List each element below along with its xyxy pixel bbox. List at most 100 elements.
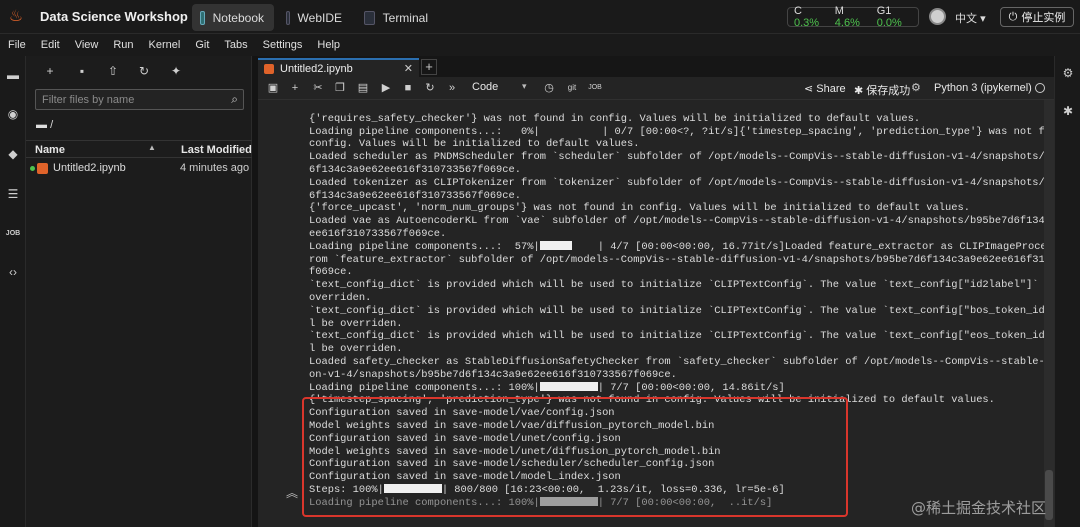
output-line: Loading pipeline components...: 0%| | 0/… (309, 125, 1054, 138)
clock-icon[interactable]: ◷ (542, 81, 556, 95)
watermark: @稀土掘金技术社区 (911, 499, 1047, 517)
settings-icon[interactable]: ⚙ (1061, 66, 1075, 80)
document-tab[interactable]: Untitled2.ipynb ✕ (258, 58, 419, 77)
output-line: {'requires_safety_checker'} was not foun… (309, 112, 921, 125)
output-line: Configuration saved in save-model/model_… (309, 471, 621, 484)
new-folder-icon[interactable]: ▪ (75, 64, 89, 78)
folder-icon[interactable]: ▬ (4, 66, 22, 84)
menu-kernel[interactable]: Kernel (149, 39, 181, 51)
output-line: `text_config_dict` is provided which wil… (309, 304, 1054, 317)
tab-webide[interactable]: WebIDE (278, 4, 352, 31)
output-line: Loaded tokenizer as CLIPTokenizer from `… (309, 176, 1054, 189)
refresh-icon[interactable]: ↻ (137, 64, 151, 78)
column-last-modified[interactable]: Last Modified (181, 144, 252, 156)
avatar[interactable] (929, 8, 946, 25)
filter-files-input[interactable] (36, 90, 221, 109)
menu-bar: File Edit View Run Kernel Git Tabs Setti… (0, 34, 1080, 56)
menu-file[interactable]: File (8, 39, 26, 51)
breadcrumb[interactable]: ▬ / (36, 119, 53, 131)
jobs-icon[interactable]: JOB (4, 225, 22, 243)
stop-instance-button[interactable]: ⏻ 停止实例 (1000, 7, 1074, 27)
output-line: {'timestep_spacing', 'prediction_type'} … (309, 394, 995, 407)
language-label: 中文 (955, 13, 977, 25)
output-line: Loading pipeline components...: 100%| (309, 381, 540, 394)
output-line: Configuration saved in save-model/vae/co… (309, 407, 615, 420)
folder-icon: ▬ (36, 119, 47, 131)
code-icon[interactable]: ‹› (4, 263, 22, 281)
scrollbar-thumb[interactable] (1045, 470, 1053, 520)
git-icon[interactable]: ◆ (4, 145, 22, 163)
share-button[interactable]: ⋖ Share (804, 82, 846, 95)
upload-icon[interactable]: ⇧ (106, 64, 120, 78)
language-select[interactable]: 中文 ▾ (955, 10, 986, 26)
file-list-header: Name ▲ Last Modified (26, 140, 252, 158)
save-status-label: 保存成功 (866, 85, 911, 97)
progress-tail: | 4/7 [00:00<00:00, 16.77it/s]Loaded fea… (597, 240, 1054, 253)
output-line: 6f134c3a9e62ee616f310733567f069ce. (309, 189, 522, 202)
cell-type-select[interactable]: Code (472, 81, 532, 93)
table-of-contents-icon[interactable]: ☰ (4, 185, 22, 203)
menu-tabs[interactable]: Tabs (224, 39, 247, 51)
document-tabs: Untitled2.ipynb ✕ + (258, 56, 1054, 77)
tab-terminal-label: Terminal (382, 10, 428, 25)
output-line: Configuration saved in save-model/unet/c… (309, 432, 621, 445)
output-line: Model weights saved in save-model/vae/di… (309, 419, 715, 432)
kernel-name[interactable]: Python 3 (ipykernel) (934, 82, 1032, 94)
list-item[interactable]: Untitled2.ipynb 4 minutes ago (26, 160, 252, 177)
column-name[interactable]: Name (35, 144, 65, 156)
scrollbar[interactable] (1044, 100, 1054, 527)
output-line: l be overriden. (309, 343, 403, 356)
menu-help[interactable]: Help (317, 39, 340, 51)
menu-settings[interactable]: Settings (263, 39, 303, 51)
jobs-icon[interactable]: JOB (588, 81, 602, 95)
collapse-output-icon[interactable]: ︽ (286, 484, 298, 501)
running-kernels-icon[interactable]: ◉ (4, 105, 22, 123)
menu-view[interactable]: View (75, 39, 99, 51)
tab-notebook[interactable]: Notebook (192, 4, 274, 31)
tab-webide-label: WebIDE (297, 10, 342, 25)
menu-git[interactable]: Git (195, 39, 209, 51)
paste-icon[interactable]: ▤ (356, 81, 370, 95)
file-modified: 4 minutes ago (180, 162, 250, 174)
cpu-value: 0.3% (794, 17, 820, 29)
breadcrumb-root: / (50, 119, 54, 131)
new-launcher-icon[interactable]: + (43, 64, 57, 78)
stop-instance-label: 停止实例 (1021, 12, 1066, 24)
git-clone-icon[interactable]: ✦ (169, 64, 183, 78)
output-line: Loaded scheduler as PNDMScheduler from `… (309, 151, 1054, 164)
menu-edit[interactable]: Edit (41, 39, 60, 51)
output-line: rom `feature_extractor` subfolder of /op… (309, 253, 1054, 266)
activity-bar: ▬ ◉ ◆ ☰ JOB ‹› (0, 56, 26, 527)
close-icon[interactable]: ✕ (404, 62, 413, 75)
run-icon[interactable]: ▶ (379, 81, 393, 95)
top-bar: ♨ Data Science Workshop Notebook WebIDE … (0, 0, 1080, 34)
sort-arrow-icon: ▲ (148, 143, 156, 152)
output-line: Loading pipeline components...: 57%| (309, 240, 540, 253)
stop-icon[interactable]: ■ (401, 81, 415, 95)
running-indicator-icon (30, 166, 35, 171)
menu-run[interactable]: Run (113, 39, 133, 51)
cut-icon[interactable]: ✂ (311, 81, 325, 95)
bug-icon: ✱ (854, 85, 864, 97)
debugger-icon[interactable]: ✱ (1061, 104, 1075, 118)
notebook-body[interactable]: {'requires_safety_checker'} was not foun… (258, 100, 1054, 527)
notebook-file-icon (264, 63, 274, 74)
jupyter-logo-icon: ♨ (8, 8, 24, 25)
output-line: {'force_upcast', 'norm_num_groups'} was … (309, 202, 970, 215)
output-line: Configuration saved in save-model/schedu… (309, 458, 715, 471)
progress-tail: | 7/7 [00:00<00:00, 14.86it/s] (597, 381, 785, 394)
restart-icon[interactable]: ↻ (423, 81, 437, 95)
cpu-label: C (794, 5, 802, 17)
gear-icon[interactable]: ⚙ (911, 81, 921, 94)
new-tab-button[interactable]: + (421, 59, 437, 75)
notebook-icon (200, 10, 205, 25)
insert-cell-icon[interactable]: + (288, 81, 302, 95)
save-icon[interactable]: ▣ (266, 81, 280, 95)
git-diff-icon[interactable]: git (565, 81, 579, 95)
tab-terminal[interactable]: Terminal (356, 4, 438, 31)
fast-forward-icon[interactable]: » (445, 81, 459, 95)
copy-icon[interactable]: ❐ (333, 81, 347, 95)
mem-label: M (834, 5, 844, 17)
progress-line: Steps: 100%| | 800/800 [16:23<00:00, 1.23… (309, 483, 1044, 497)
file-browser: + ▪ ⇧ ↻ ✦ ⌕ ▬ / Name ▲ Last Modified Unt… (26, 56, 252, 527)
